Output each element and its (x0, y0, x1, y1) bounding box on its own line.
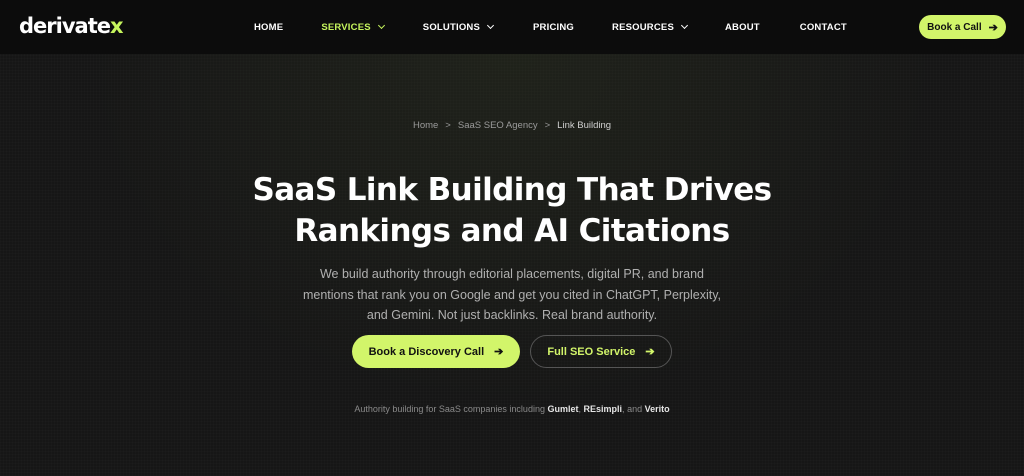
nav-item-services[interactable]: SERVICES (321, 21, 385, 33)
arrow-right-icon: ➔ (988, 21, 998, 34)
nav-item-pricing[interactable]: PRICING (533, 22, 574, 33)
trust-comma: , (622, 404, 625, 414)
company-name: Gumlet (547, 404, 579, 414)
breadcrumb-saas-seo-agency[interactable]: SaaS SEO Agency (458, 120, 538, 131)
breadcrumb: Home > SaaS SEO Agency > Link Building (0, 120, 1024, 131)
breadcrumb-separator: > (445, 120, 451, 131)
nav-item-label: CONTACT (799, 21, 847, 33)
chevron-down-icon (486, 21, 495, 30)
full-seo-service-label: Full SEO Service (547, 345, 636, 358)
nav-item-about[interactable]: ABOUT (725, 22, 760, 33)
breadcrumb-home[interactable]: Home (413, 120, 438, 131)
arrow-right-icon: ➔ (645, 346, 655, 358)
logo-text: derivate (19, 14, 111, 38)
nav-item-label: SERVICES (321, 21, 371, 33)
chevron-down-icon (377, 21, 385, 30)
page-title-line1: SaaS Link Building That Drives (252, 172, 772, 208)
nav-item-resources[interactable]: RESOURCES (612, 21, 689, 33)
trust-comma: , (578, 404, 582, 414)
book-discovery-call-label: Book a Discovery Call (368, 345, 485, 358)
nav-item-label: RESOURCES (612, 21, 674, 33)
trust-line: Authority building for SaaS companies in… (0, 404, 1024, 414)
hero-subtitle-line1: We build authority through editorial pla… (319, 267, 705, 281)
hero-subtitle-line3: and Gemini. Not just backlinks. Real bra… (366, 308, 658, 322)
logo[interactable]: derivatex (19, 14, 123, 38)
nav-item-label: PRICING (533, 21, 575, 33)
book-a-call-label: Book a Call (927, 21, 982, 33)
breadcrumb-separator: > (544, 120, 551, 131)
chevron-down-icon (680, 21, 689, 30)
nav-item-solutions[interactable]: SOLUTIONS (422, 21, 495, 33)
nav-item-contact[interactable]: CONTACT (800, 22, 847, 33)
nav-item-home[interactable]: HOME (254, 22, 283, 33)
full-seo-service-button[interactable]: Full SEO Service ➔ (530, 335, 672, 368)
book-a-call-button[interactable]: Book a Call ➔ (919, 15, 1006, 39)
logo-accent: x (109, 14, 124, 38)
main-nav: HOME SERVICES SOLUTIONS PRICING RESOURCE… (254, 0, 847, 54)
top-navbar: derivatex HOME SERVICES SOLUTIONS PRICIN… (0, 0, 1024, 54)
nav-item-label: HOME (254, 21, 284, 33)
breadcrumb-current: Link Building (557, 120, 612, 131)
book-discovery-call-button[interactable]: Book a Discovery Call ➔ (352, 335, 520, 368)
trust-prefix: Authority building for SaaS companies in… (354, 404, 545, 414)
arrow-right-icon: ➔ (494, 346, 504, 358)
company-name: Verito (644, 404, 670, 414)
company-name: REsimpli (583, 404, 623, 414)
hero-subtitle-line2: mentions that rank you on Google and get… (302, 287, 722, 302)
trust-and: and (627, 404, 643, 414)
page-title-line2: Rankings and AI Citations (294, 213, 730, 249)
page-title: SaaS Link Building That Drives Rankings … (162, 170, 862, 252)
nav-item-label: ABOUT (725, 21, 760, 33)
hero-subtitle: We build authority through editorial pla… (282, 264, 742, 326)
nav-item-label: SOLUTIONS (422, 21, 481, 33)
